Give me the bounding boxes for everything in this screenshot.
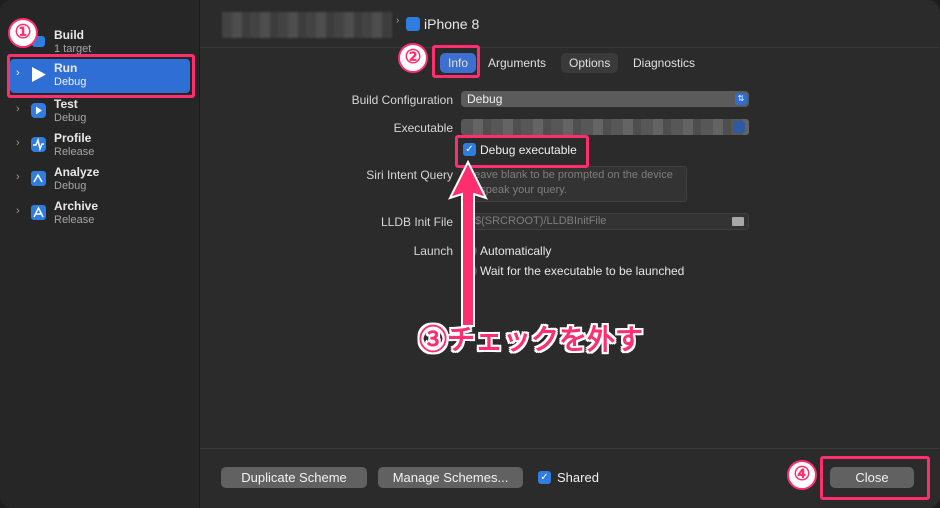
folder-icon[interactable] (732, 217, 744, 226)
instruction-annotation: ③チェックを外す (419, 324, 644, 355)
sidebar-item-title: Analyze (54, 165, 100, 179)
chevron-updown-icon (733, 121, 745, 133)
launch-wait-label: Wait for the executable to be launched (480, 264, 685, 278)
highlight-run (7, 54, 195, 98)
arrow-up-icon (448, 160, 488, 327)
sidebar-item-archive[interactable]: › Archive Release (10, 197, 190, 231)
step-2-badge: ② (398, 43, 428, 73)
siri-intent-field[interactable]: Leave blank to be prompted on the device… (461, 166, 687, 202)
sidebar-item-subtitle: Debug (54, 180, 87, 192)
build-config-popup[interactable]: Debug ⇅ (461, 91, 749, 107)
tab-arguments[interactable]: Arguments (480, 53, 554, 73)
build-config-label: Build Configuration (351, 93, 453, 107)
chevron-right-icon: › (16, 205, 20, 217)
test-icon (31, 103, 46, 118)
chevron-right-icon: › (396, 15, 400, 26)
highlight-close (820, 456, 930, 500)
step-4-badge: ④ (787, 460, 817, 490)
tab-diagnostics[interactable]: Diagnostics (625, 53, 703, 73)
launch-automatically-label: Automatically (480, 244, 552, 258)
device-icon (406, 17, 420, 31)
duplicate-scheme-button[interactable]: Duplicate Scheme (221, 467, 367, 488)
scheme-destination-bar: › iPhone 8 (200, 0, 940, 48)
scheme-name-redacted[interactable] (222, 12, 392, 38)
step-1-badge: ① (8, 18, 38, 48)
sidebar-item-subtitle: Release (54, 214, 95, 226)
analyze-icon (31, 171, 46, 186)
sidebar-item-subtitle: Release (54, 146, 95, 158)
chevron-right-icon: › (16, 103, 20, 115)
sidebar-item-title: Profile (54, 131, 92, 145)
launch-label: Launch (413, 244, 453, 258)
build-config-value: Debug (467, 92, 503, 106)
shared-checkbox[interactable]: ✓ (538, 471, 551, 484)
highlight-info-tab (432, 45, 480, 78)
sidebar-item-title: Test (54, 97, 78, 111)
shared-label: Shared (557, 470, 599, 485)
executable-label: Executable (393, 121, 453, 135)
lldb-init-label: LLDB Init File (380, 215, 453, 229)
sidebar-item-title: Build (54, 28, 84, 42)
siri-intent-label: Siri Intent Query (366, 168, 453, 182)
chevron-right-icon: › (16, 137, 20, 149)
profile-icon (31, 137, 46, 152)
tab-options[interactable]: Options (561, 53, 619, 73)
sidebar-item-subtitle: Debug (54, 112, 87, 124)
sidebar-item-profile[interactable]: › Profile Release (10, 129, 190, 163)
archive-icon (31, 205, 46, 220)
executable-popup-redacted[interactable] (461, 119, 749, 135)
sidebar-item-title: Archive (54, 199, 99, 213)
device-name[interactable]: iPhone 8 (424, 16, 479, 32)
lldb-init-placeholder: $(SRCROOT)/LLDBInitFile (475, 215, 607, 227)
lldb-init-field[interactable]: $(SRCROOT)/LLDBInitFile (461, 213, 749, 230)
manage-schemes-button[interactable]: Manage Schemes... (378, 467, 523, 488)
chevron-updown-icon: ⇅ (735, 93, 747, 105)
chevron-right-icon: › (16, 171, 20, 183)
sidebar-item-test[interactable]: › Test Debug (10, 95, 190, 129)
tab-bar: Info Arguments Options Diagnostics (200, 48, 940, 76)
sidebar-item-analyze[interactable]: › Analyze Debug (10, 163, 190, 197)
scheme-editor-window: › Build 1 target › Run Debug › Test Debu… (0, 0, 940, 508)
